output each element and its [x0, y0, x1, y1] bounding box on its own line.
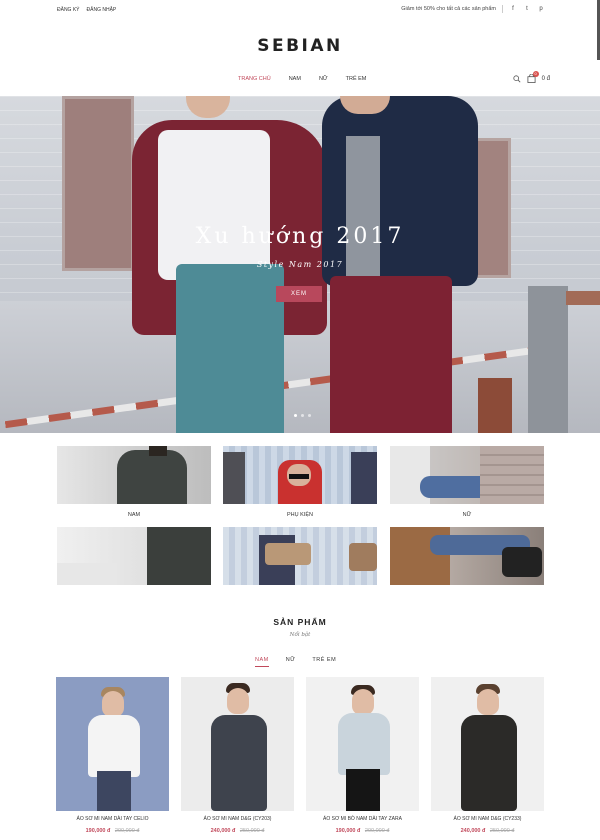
hero-bollard: [478, 378, 512, 433]
search-icon[interactable]: [513, 74, 521, 83]
product-price: 240,000 đ 250,000 đ: [181, 828, 294, 834]
product-image[interactable]: [431, 677, 544, 811]
old-price: 200,000 đ: [364, 828, 390, 834]
slider-dot[interactable]: [301, 414, 304, 417]
product-image[interactable]: [56, 677, 169, 811]
slider-dots: [294, 414, 311, 417]
hero-model-pants: [176, 264, 284, 433]
hero-subtitle: Style Nam 2017: [256, 260, 344, 269]
old-price: 250,000 đ: [489, 828, 515, 834]
hero-model-pants: [330, 276, 452, 433]
category-image-accessories-2[interactable]: [223, 527, 377, 585]
old-price: 200,000 đ: [114, 828, 140, 834]
slider-dot[interactable]: [308, 414, 311, 417]
hero-view-button[interactable]: XEM: [276, 286, 322, 302]
product-price: 240,000 đ 250,000 đ: [431, 828, 544, 834]
login-link[interactable]: ĐĂNG NHẬP: [87, 7, 117, 13]
hero-slider: Xu hướng 2017 Style Nam 2017 XEM: [0, 96, 600, 433]
hero-post: [528, 286, 568, 433]
current-price: 190,000 đ: [335, 828, 361, 834]
hero-model-shirt: [158, 130, 270, 280]
cart-total[interactable]: 0 đ: [542, 76, 550, 82]
category-label-women[interactable]: NỮ: [390, 512, 544, 518]
category-image-men-2[interactable]: [57, 527, 211, 585]
register-link[interactable]: ĐĂNG KÝ: [57, 7, 80, 13]
cart-count-badge: 0: [532, 71, 539, 77]
nav-item-women[interactable]: NỮ: [319, 76, 328, 82]
product-card[interactable]: ÁO SƠ MI NAM D&G (CY203) 240,000 đ 250,0…: [181, 677, 294, 834]
product-image[interactable]: [181, 677, 294, 811]
product-image[interactable]: [306, 677, 419, 811]
category-image-men[interactable]: [57, 446, 211, 504]
top-bar: ĐĂNG KÝ ĐĂNG NHẬP Giảm tới 50% cho tất c…: [0, 0, 600, 20]
category-image-women[interactable]: [390, 446, 544, 504]
category-label-accessories[interactable]: PHỤ KIỆN: [223, 512, 377, 518]
header-tools: 0 0 đ: [513, 71, 550, 83]
nav-item-men[interactable]: NAM: [289, 76, 301, 82]
divider: [502, 5, 503, 13]
product-price: 190,000 đ 200,000 đ: [306, 828, 419, 834]
promo-text: Giảm tới 50% cho tất cả các sản phẩm: [401, 6, 496, 12]
facebook-icon[interactable]: f: [509, 6, 517, 12]
current-price: 190,000 đ: [85, 828, 111, 834]
category-label-men[interactable]: NAM: [57, 512, 211, 518]
current-price: 240,000 đ: [210, 828, 236, 834]
product-card[interactable]: ÁO SƠ MI NAM D&G (CY233) 240,000 đ 250,0…: [431, 677, 544, 834]
account-links: ĐĂNG KÝ ĐĂNG NHẬP: [57, 7, 116, 13]
old-price: 250,000 đ: [239, 828, 265, 834]
pinterest-icon[interactable]: p: [537, 6, 545, 12]
section-subtitle: Nổi bật: [289, 632, 311, 638]
tab-men[interactable]: NAM: [255, 657, 269, 667]
current-price: 240,000 đ: [460, 828, 486, 834]
top-bar-right: Giảm tới 50% cho tất cả các sản phẩm f t…: [401, 5, 545, 13]
main-nav: TRANG CHỦ NAM NỮ TRẺ EM: [238, 76, 366, 82]
product-name[interactable]: ÁO SƠ MI BÒ NAM DÀI TAY ZARA: [306, 816, 419, 822]
nav-item-home[interactable]: TRANG CHỦ: [238, 76, 271, 82]
nav-item-kids[interactable]: TRẺ EM: [346, 76, 367, 82]
product-name[interactable]: ÁO SƠ MI NAM D&G (CY203): [181, 816, 294, 822]
product-name[interactable]: ÁO SƠ MI NAM D&G (CY233): [431, 816, 544, 822]
product-card[interactable]: ÁO SƠ MI NAM DÀI TAY CELIO 190,000 đ 200…: [56, 677, 169, 834]
site-logo[interactable]: SEBIAN: [0, 36, 600, 56]
tab-kids[interactable]: TRẺ EM: [312, 657, 336, 667]
hero-post: [566, 291, 600, 305]
hero-title: Xu hướng 2017: [195, 224, 405, 249]
product-card[interactable]: ÁO SƠ MI BÒ NAM DÀI TAY ZARA 190,000 đ 2…: [306, 677, 419, 834]
slider-dot[interactable]: [294, 414, 297, 417]
product-price: 190,000 đ 200,000 đ: [56, 828, 169, 834]
twitter-icon[interactable]: t: [523, 6, 531, 12]
section-title: SẢN PHẨM: [273, 617, 327, 627]
tab-women[interactable]: NỮ: [286, 657, 296, 667]
product-tabs: NAM NỮ TRẺ EM: [255, 657, 336, 667]
category-image-accessories[interactable]: [223, 446, 377, 504]
product-name[interactable]: ÁO SƠ MI NAM DÀI TAY CELIO: [56, 816, 169, 822]
category-image-women-2[interactable]: [390, 527, 544, 585]
shopping-bag-icon[interactable]: 0: [527, 71, 539, 83]
